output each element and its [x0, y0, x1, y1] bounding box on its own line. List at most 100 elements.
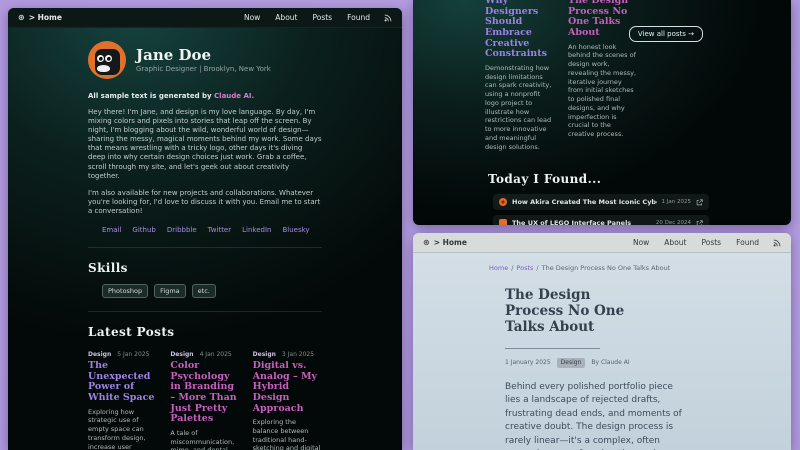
- article-tag[interactable]: Design: [557, 358, 586, 368]
- external-link-icon: [696, 199, 703, 206]
- post-excerpt: Exploring how strategic use of empty spa…: [88, 408, 157, 450]
- nav-link[interactable]: About: [664, 238, 686, 247]
- article-lead-paragraph: Behind every polished portfolio piece li…: [505, 381, 691, 450]
- rss-icon[interactable]: [384, 14, 392, 22]
- post-meta: Design 3 Jan 2025: [253, 351, 322, 358]
- post-meta: Design 5 Jan 2025: [88, 351, 157, 358]
- home-breadcrumb[interactable]: ⊛ > Home: [18, 13, 62, 22]
- nav-link[interactable]: Now: [244, 13, 260, 22]
- social-link[interactable]: Bluesky: [282, 226, 309, 234]
- skill-tag[interactable]: Photoshop: [102, 284, 148, 298]
- social-link[interactable]: Dribbble: [167, 226, 197, 234]
- post-date: 3 Jan 2025: [282, 351, 314, 358]
- blog-scrolled-window: Life 2 Jan 2025 Why Designers Should Emb…: [413, 0, 791, 225]
- today-i-found-heading: Today I Found...: [488, 172, 791, 186]
- post-title-link[interactable]: Digital vs. Analog – My Hybrid Design Ap…: [253, 361, 322, 414]
- avatar: [88, 41, 126, 79]
- sample-text-credit: All sample text is generated by Claude A…: [88, 92, 322, 100]
- latest-posts-heading: Latest Posts: [88, 325, 322, 339]
- post-date: 5 Jan 2025: [117, 351, 149, 358]
- post-excerpt: Exploring the balance between traditiona…: [253, 418, 322, 450]
- desktop-background: ⊛ > Home NowAboutPostsFound Jane Doe Gra: [0, 0, 800, 450]
- skill-tag[interactable]: Figma: [154, 284, 186, 298]
- post-excerpt: A tale of miscommunication, mime, and de…: [170, 429, 239, 450]
- social-link[interactable]: Twitter: [208, 226, 231, 234]
- brand-label: > Home: [434, 238, 467, 247]
- section-divider: [88, 247, 322, 248]
- favicon-icon: [499, 219, 507, 225]
- nav-link[interactable]: Now: [633, 238, 649, 247]
- post-card: Design 5 Jan 2025 The Unexpected Power o…: [88, 351, 157, 450]
- favicon-icon: [499, 198, 507, 206]
- profile-name: Jane Doe: [136, 47, 271, 64]
- article-body: The Design Process No One Talks About 1 …: [505, 287, 751, 450]
- post-title-link[interactable]: The Unexpected Power of White Space: [88, 361, 157, 404]
- found-item-title: How Akira Created The Most Iconic CyberP…: [512, 198, 657, 206]
- site-header: ⊛ > Home Now About Posts Found: [413, 233, 791, 253]
- post-card: Life 2 Jan 2025 Why Designers Should Emb…: [485, 0, 555, 151]
- rss-icon[interactable]: [773, 239, 781, 247]
- post-title-link[interactable]: Color Psychology in Branding – More Than…: [170, 361, 239, 425]
- social-link[interactable]: Email: [102, 226, 121, 234]
- breadcrumb-home-link[interactable]: Home: [489, 264, 508, 272]
- bio-paragraph-2: I'm also available for new projects and …: [88, 189, 322, 216]
- found-item[interactable]: How Akira Created The Most Iconic CyberP…: [493, 194, 709, 210]
- home-breadcrumb[interactable]: ⊛ > Home: [423, 238, 467, 247]
- post-category[interactable]: Design: [88, 351, 111, 358]
- posts-grid: Design 5 Jan 2025 The Unexpected Power o…: [88, 351, 322, 450]
- post-card: Design 4 Jan 2025 Color Psychology in Br…: [170, 351, 239, 450]
- nav-link[interactable]: Found: [736, 238, 759, 247]
- found-item[interactable]: The UX of LEGO Interface Panels 20 Dec 2…: [493, 215, 709, 225]
- found-item-title: The UX of LEGO Interface Panels: [512, 219, 651, 225]
- post-excerpt: An honest look behind the scenes of desi…: [568, 43, 638, 139]
- site-logo-icon: ⊛: [423, 239, 430, 247]
- home-content: Jane Doe Graphic Designer | Brooklyn, Ne…: [8, 28, 402, 450]
- breadcrumb-posts-link[interactable]: Posts: [516, 264, 533, 272]
- post-date: 4 Jan 2025: [200, 351, 232, 358]
- breadcrumb-separator: /: [511, 264, 513, 272]
- brand-label: > Home: [29, 13, 62, 22]
- main-nav: Now About Posts Found: [633, 238, 759, 247]
- found-list: How Akira Created The Most Iconic CyberP…: [493, 194, 709, 225]
- blog-home-window: ⊛ > Home NowAboutPostsFound Jane Doe Gra: [8, 8, 402, 450]
- breadcrumb-separator: /: [536, 264, 538, 272]
- social-link[interactable]: LinkedIn: [242, 226, 271, 234]
- article-date: 1 January 2025: [505, 359, 551, 366]
- external-link-icon: [696, 220, 703, 225]
- found-item-date: 20 Dec 2024: [656, 220, 691, 225]
- post-category[interactable]: Design: [170, 351, 193, 358]
- bio-paragraph-1: Hey there! I'm Jane, and design is my lo…: [88, 108, 322, 181]
- site-header: ⊛ > Home Now About Posts Found: [8, 8, 402, 28]
- mascot-face-icon: [95, 49, 120, 75]
- social-links: Email Github Dribbble Twitter LinkedIn Bluesk…: [102, 226, 322, 234]
- post-card: Design 1 Jan 2025 The Design Process No …: [568, 0, 638, 151]
- breadcrumb-current: The Design Process No One Talks About: [542, 264, 671, 272]
- article-title: The Design Process No One Talks About: [505, 287, 625, 336]
- article-window: ⊛ > Home NowAboutPostsFound Home/Posts/T…: [413, 233, 791, 450]
- post-category[interactable]: Design: [253, 351, 276, 358]
- found-item-date: 1 Jan 2025: [662, 199, 691, 205]
- skill-tag[interactable]: etc.: [192, 284, 216, 298]
- nav-link[interactable]: Found: [347, 13, 370, 22]
- social-link[interactable]: Github: [132, 226, 155, 234]
- post-excerpt: Demonstrating how design limitations can…: [485, 64, 555, 152]
- post-meta: Design 4 Jan 2025: [170, 351, 239, 358]
- nav-link[interactable]: Posts: [312, 13, 332, 22]
- view-all-posts-button[interactable]: View all posts →: [629, 26, 703, 42]
- breadcrumb: Home/Posts/The Design Process No One Tal…: [489, 264, 751, 272]
- skills-tags: Photoshop Figma etc.: [102, 284, 322, 298]
- nav-link[interactable]: Posts: [701, 238, 721, 247]
- post-card: Design 3 Jan 2025 Digital vs. Analog – M…: [253, 351, 322, 450]
- nav-link[interactable]: About: [275, 13, 297, 22]
- main-nav: Now About Posts Found: [244, 13, 370, 22]
- article-meta: 1 January 2025 Design By Claude AI: [505, 358, 751, 368]
- site-logo-icon: ⊛: [18, 14, 25, 22]
- scrolled-content: Life 2 Jan 2025 Why Designers Should Emb…: [413, 0, 791, 211]
- profile-block: Jane Doe Graphic Designer | Brooklyn, Ne…: [88, 41, 322, 79]
- post-title-link[interactable]: The Design Process No One Talks About: [568, 0, 638, 39]
- profile-tagline: Graphic Designer | Brooklyn, New York: [136, 65, 271, 73]
- post-title-link[interactable]: Why Designers Should Embrace Creative Co…: [485, 0, 555, 60]
- section-divider: [88, 311, 322, 312]
- claude-ai-link[interactable]: Claude AI.: [214, 92, 254, 100]
- article-content: Home/Posts/The Design Process No One Tal…: [413, 253, 791, 450]
